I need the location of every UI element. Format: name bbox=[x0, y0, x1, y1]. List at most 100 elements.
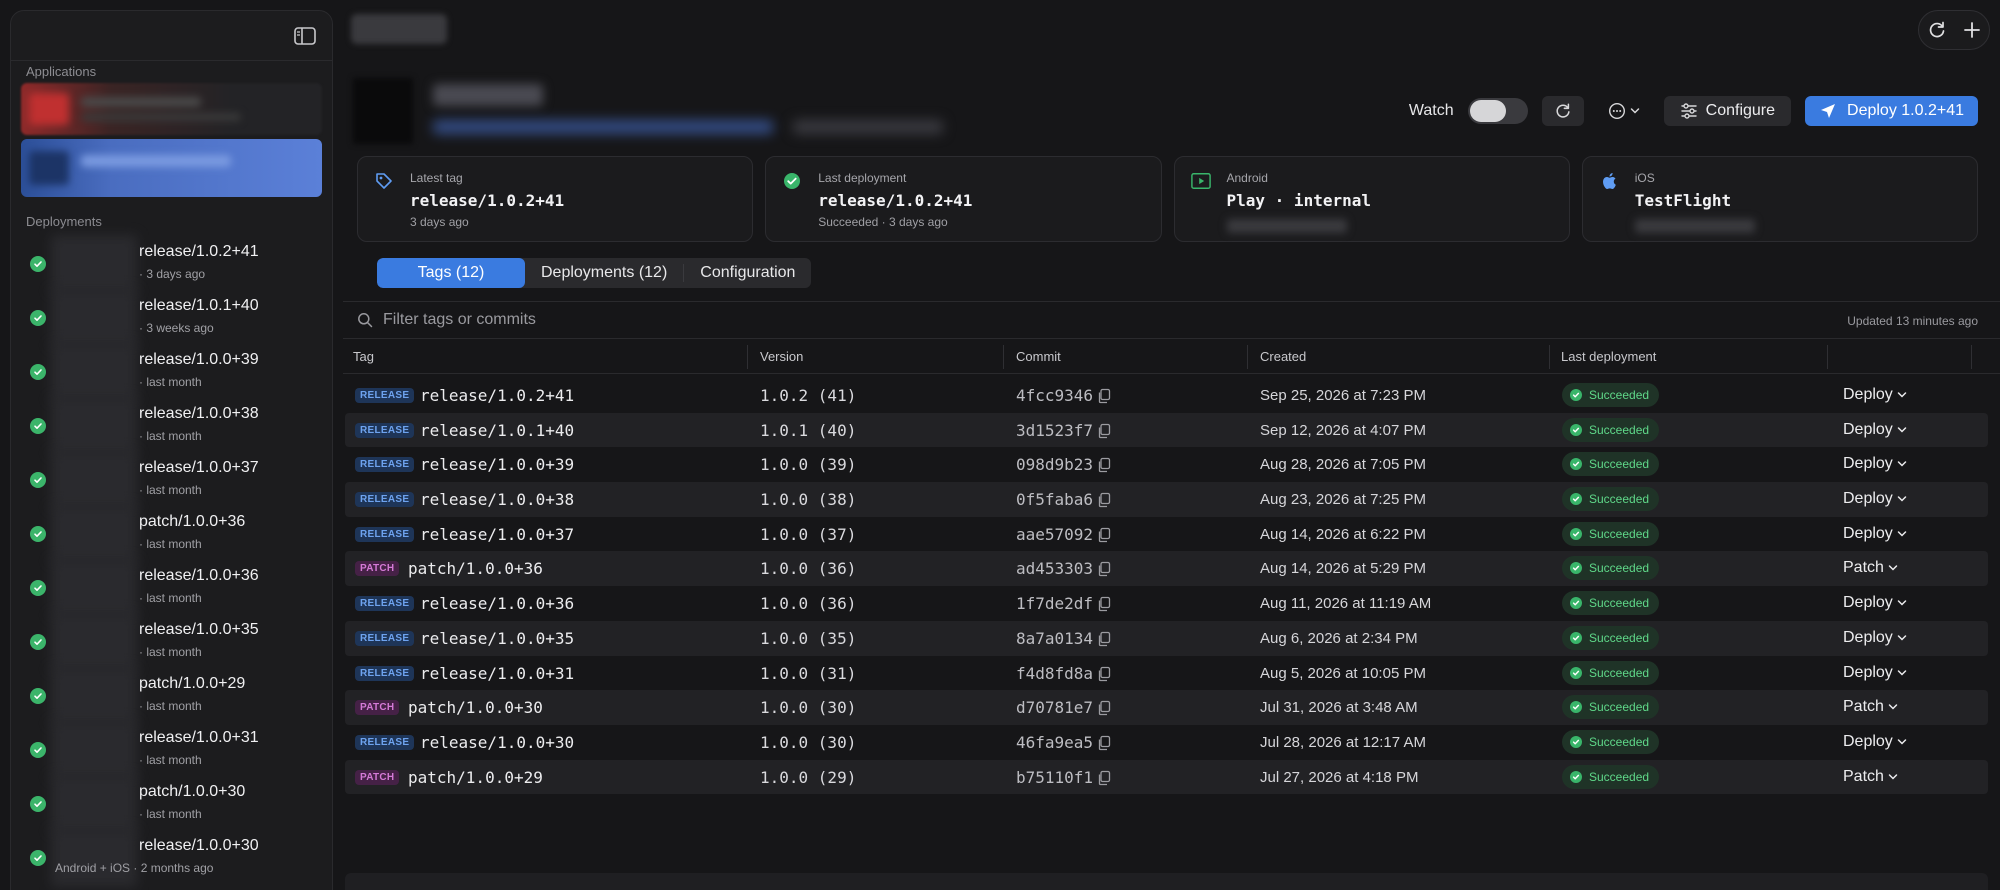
copy-icon[interactable] bbox=[1097, 561, 1111, 577]
check-circle-icon bbox=[30, 418, 46, 434]
deployment-name: patch/1.0.0+29 bbox=[139, 675, 246, 692]
tag-name: release/1.0.2+41 bbox=[420, 386, 575, 405]
copy-icon[interactable] bbox=[1097, 388, 1111, 404]
column-header-last-deployment[interactable]: Last deployment bbox=[1561, 349, 1656, 364]
deployment-item[interactable]: release/1.0.0+38 · last month bbox=[11, 397, 332, 455]
commit-hash: 8a7a0134 bbox=[1016, 628, 1094, 648]
table-row[interactable]: RELEASE release/1.0.0+37 1.0.0 (37) aae5709… bbox=[345, 517, 1988, 552]
tag-type-badge: RELEASE bbox=[355, 665, 415, 681]
deploy-row-button[interactable]: Deploy bbox=[1843, 629, 1907, 647]
chevron-down-icon bbox=[1897, 531, 1907, 537]
deploy-row-button[interactable]: Deploy bbox=[1843, 386, 1907, 404]
deployment-item[interactable]: release/1.0.0+30 Android + iOS · 2 months… bbox=[11, 829, 332, 887]
watch-toggle[interactable] bbox=[1467, 98, 1528, 124]
table-row[interactable]: RELEASE release/1.0.0+35 1.0.0 (35) 8a7a013… bbox=[345, 620, 1988, 656]
app-title-blurred bbox=[433, 84, 543, 106]
configure-button[interactable]: Configure bbox=[1663, 96, 1792, 126]
android-card[interactable]: Android Play · internal bbox=[1173, 156, 1570, 242]
table-row[interactable]: PATCH patch/1.0.0+29 1.0.0 (29) b75110f1 Jul… bbox=[345, 759, 1988, 795]
ios-card[interactable]: iOS TestFlight bbox=[1581, 156, 1978, 242]
deployment-item[interactable]: patch/1.0.0+30 · last month bbox=[11, 775, 332, 833]
version: 1.0.0 (36) bbox=[760, 594, 857, 614]
tag-name: patch/1.0.0+36 bbox=[408, 559, 543, 579]
deploy-row-button[interactable]: Deploy bbox=[1843, 421, 1907, 439]
refresh-button[interactable] bbox=[1541, 96, 1584, 126]
tag-name: release/1.0.0+31 bbox=[420, 663, 575, 683]
table-row[interactable]: PATCH patch/1.0.0+30 1.0.0 (30) d70781e7 Jul… bbox=[345, 690, 1988, 725]
table-row[interactable]: PATCH patch/1.0.0+36 1.0.0 (36) ad453303 Aug… bbox=[345, 551, 1988, 587]
column-header-created[interactable]: Created bbox=[1260, 349, 1306, 364]
column-header-commit[interactable]: Commit bbox=[1016, 349, 1061, 364]
deployment-item[interactable]: release/1.0.0+37 · last month bbox=[11, 451, 332, 509]
deploy-row-button[interactable]: Deploy bbox=[1843, 525, 1907, 543]
table-row[interactable]: RELEASE release/1.0.0+36 1.0.0 (36) 1f7de2d… bbox=[345, 586, 1988, 621]
status-text: Succeeded bbox=[1589, 457, 1650, 472]
copy-icon[interactable] bbox=[1097, 527, 1111, 543]
deployment-item[interactable]: patch/1.0.0+29 · last month bbox=[11, 667, 332, 725]
copy-icon[interactable] bbox=[1097, 631, 1111, 647]
deployment-time: · last month bbox=[139, 807, 202, 821]
card-subtext: 3 days ago bbox=[410, 215, 469, 229]
deployment-item[interactable]: release/1.0.0+35 · last month bbox=[11, 613, 332, 671]
tab-tags[interactable]: Tags (12) bbox=[377, 258, 525, 288]
deployment-item[interactable]: release/1.0.2+41 · 3 days ago bbox=[11, 235, 332, 293]
application-item[interactable] bbox=[21, 83, 322, 135]
copy-icon[interactable] bbox=[1097, 666, 1111, 682]
filter-input[interactable] bbox=[383, 308, 883, 332]
deploy-button[interactable]: Deploy 1.0.2+41 bbox=[1805, 96, 1978, 126]
deploy-row-button[interactable]: Deploy bbox=[1843, 733, 1907, 751]
table-row[interactable]: RELEASE release/1.0.0+38 1.0.0 (38) 0f5faba… bbox=[345, 482, 1988, 517]
table-row[interactable]: RELEASE release/1.0.0+39 1.0.0 (39) 098d9b2… bbox=[345, 447, 1988, 482]
copy-icon[interactable] bbox=[1097, 457, 1111, 473]
commit-hash: 4fcc9346 bbox=[1016, 386, 1094, 405]
table-row[interactable]: RELEASE release/1.0.0+31 1.0.0 (31) f4d8fd8… bbox=[345, 656, 1988, 691]
tab-configuration[interactable]: Configuration bbox=[684, 258, 811, 288]
table-row[interactable]: RELEASE release/1.0.1+40 1.0.1 (40) 3d1523f… bbox=[345, 412, 1988, 448]
patch-button[interactable]: Patch bbox=[1843, 768, 1898, 786]
deployment-item[interactable]: release/1.0.1+40 · 3 weeks ago bbox=[11, 289, 332, 347]
deployment-name: release/1.0.0+36 bbox=[139, 567, 259, 584]
deployment-name: release/1.0.0+30 bbox=[139, 837, 259, 854]
patch-button[interactable]: Patch bbox=[1843, 698, 1898, 716]
copy-icon[interactable] bbox=[1097, 700, 1111, 716]
column-header-tag[interactable]: Tag bbox=[353, 349, 374, 364]
patch-button[interactable]: Patch bbox=[1843, 559, 1898, 577]
table-row[interactable]: RELEASE release/1.0.2+41 1.0.2 (41) 4fcc934… bbox=[345, 378, 1988, 413]
deployment-thumbnail bbox=[51, 667, 137, 725]
copy-icon[interactable] bbox=[1097, 492, 1111, 508]
deployment-time: Android + iOS · 2 months ago bbox=[55, 861, 214, 875]
copy-icon[interactable] bbox=[1097, 423, 1111, 439]
column-header-version[interactable]: Version bbox=[760, 349, 803, 364]
more-menu-button[interactable] bbox=[1598, 96, 1650, 126]
refresh-icon[interactable] bbox=[1922, 15, 1952, 45]
deployment-item[interactable]: release/1.0.0+31 · last month bbox=[11, 721, 332, 779]
latest-tag-card[interactable]: Latest tag release/1.0.2+41 3 days ago bbox=[357, 156, 754, 242]
tab-deployments[interactable]: Deployments (12) bbox=[525, 258, 683, 288]
version: 1.0.0 (31) bbox=[760, 663, 857, 683]
deploy-row-button[interactable]: Deploy bbox=[1843, 490, 1907, 508]
table-row[interactable]: RELEASE release/1.0.0+30 1.0.0 (30) 46fa9ea… bbox=[345, 725, 1988, 760]
copy-icon[interactable] bbox=[1097, 596, 1111, 612]
deploy-row-button[interactable]: Deploy bbox=[1843, 455, 1907, 473]
deploy-row-button[interactable]: Deploy bbox=[1843, 594, 1907, 612]
deployment-item[interactable]: release/1.0.0+39 · last month bbox=[11, 343, 332, 401]
sliders-icon bbox=[1680, 103, 1697, 119]
last-deployment-card[interactable]: Last deployment release/1.0.2+41 Succeed… bbox=[765, 156, 1162, 242]
column-divider bbox=[1827, 345, 1828, 369]
deploy-row-button[interactable]: Deploy bbox=[1843, 664, 1907, 682]
refresh-icon bbox=[1556, 103, 1570, 118]
check-circle-icon bbox=[30, 742, 46, 758]
copy-icon[interactable] bbox=[1097, 770, 1111, 786]
status-text: Succeeded bbox=[1589, 769, 1650, 784]
deployment-name: release/1.0.0+39 bbox=[139, 351, 259, 368]
table-header: Tag Version Commit Created Last deployme… bbox=[343, 338, 2000, 374]
status-text: Succeeded bbox=[1589, 388, 1650, 402]
sidebar-toggle-icon[interactable] bbox=[292, 23, 318, 49]
plus-icon[interactable] bbox=[1957, 15, 1987, 45]
copy-icon[interactable] bbox=[1097, 735, 1111, 751]
deployment-item[interactable]: patch/1.0.0+36 · last month bbox=[11, 505, 332, 563]
deployment-list: release/1.0.2+41 · 3 days ago release/1.0.… bbox=[11, 233, 332, 887]
application-item-selected[interactable] bbox=[21, 139, 322, 197]
created-date: Aug 14, 2026 at 5:29 PM bbox=[1260, 560, 1426, 578]
deployment-item[interactable]: release/1.0.0+36 · last month bbox=[11, 559, 332, 617]
